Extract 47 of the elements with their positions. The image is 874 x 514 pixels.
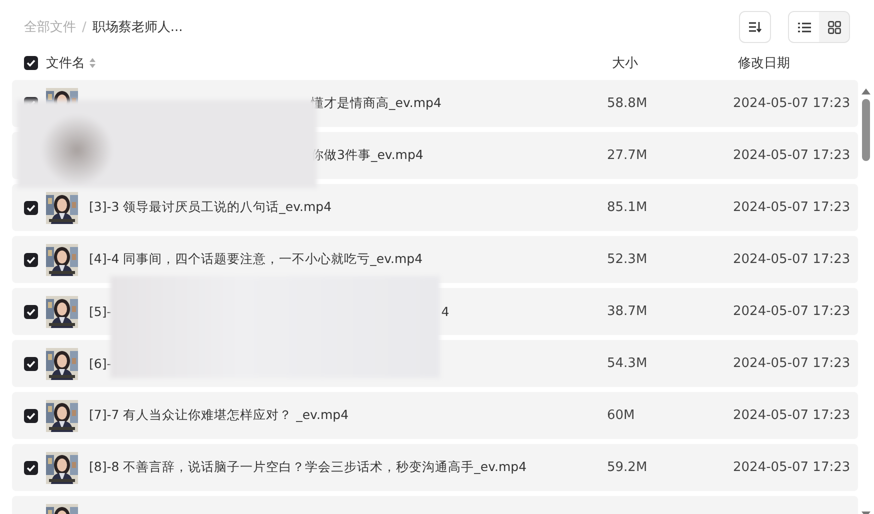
file-name[interactable]: [4]-4 同事间，四个话题要注意，一不小心就吃亏_ev.mp4: [89, 251, 423, 268]
file-size: 38.7M: [607, 304, 648, 319]
file-size: 58.8M: [607, 96, 648, 111]
file-name[interactable]: 4: [441, 304, 450, 319]
sort-icon: [748, 21, 762, 33]
list-icon: [798, 22, 810, 32]
file-row[interactable]: [8]-8 不善言辞，说话脑子一片空白？学会三步话术，秒变沟通高手_ev.mp4 59.2M 2024-05-07 17:23: [12, 444, 858, 491]
column-header[interactable]: 文件名: [46, 54, 85, 72]
breadcrumb-separator: /: [82, 20, 86, 34]
file-name[interactable]: [3]-3 领导最讨厌员工说的八句话_ev.mp4: [89, 199, 332, 216]
file-name[interactable]: [6]-: [89, 356, 112, 371]
row-checkbox[interactable]: [24, 460, 38, 474]
modified-date: 2024-05-07 17:23: [733, 460, 850, 475]
file-row[interactable]: [7]-7 有人当众让你难堪怎样应对？ _ev.mp4 60M 2024-05-07 17:23: [12, 392, 858, 439]
sort-button[interactable]: [739, 11, 771, 43]
row-checkbox[interactable]: [24, 252, 38, 266]
file-size: 85.1M: [607, 200, 648, 215]
scrollbar-thumb[interactable]: [862, 99, 870, 161]
scroll-up-icon[interactable]: [861, 88, 871, 95]
modified-date: 2024-05-07 17:23: [733, 148, 850, 163]
file-name[interactable]: [7]-7 有人当众让你难堪怎样应对？ _ev.mp4: [89, 407, 349, 424]
modified-date: 2024-05-07 17:23: [733, 408, 850, 423]
file-size: 54.3M: [607, 356, 648, 371]
column-header[interactable]: 大小: [612, 54, 738, 72]
breadcrumb-item: 职场蔡老师人...: [92, 19, 183, 36]
file-row[interactable]: [3]-3 领导最讨厌员工说的八句话_ev.mp4 85.1M 2024-05-07 17:23: [12, 184, 858, 231]
row-checkbox[interactable]: [24, 408, 38, 422]
file-size: 27.7M: [607, 148, 648, 163]
file-row[interactable]: [4]-4 同事间，四个话题要注意，一不小心就吃亏_ev.mp4 52.3M 2024-05-07 17:23: [12, 236, 858, 283]
row-checkbox[interactable]: [24, 304, 38, 318]
modified-date: 2024-05-07 17:23: [733, 356, 850, 371]
file-name[interactable]: [8]-8 不善言辞，说话脑子一片空白？学会三步话术，秒变沟通高手_ev.mp4: [89, 459, 527, 476]
modified-date: 2024-05-07 17:23: [733, 252, 850, 267]
file-size: 60M: [607, 408, 636, 423]
file-name[interactable]: [5]-: [89, 304, 112, 319]
file-size: 59.2M: [607, 460, 648, 475]
file-name[interactable]: 懂才是情商高_ev.mp4: [311, 95, 442, 112]
row-checkbox[interactable]: [24, 356, 38, 370]
modified-date: 2024-05-07 17:23: [733, 96, 850, 111]
grid-icon: [828, 20, 840, 34]
row-checkbox[interactable]: [24, 200, 38, 214]
file-size: 52.3M: [607, 252, 648, 267]
modified-date: 2024-05-07 17:23: [733, 304, 850, 319]
select-all-checkbox[interactable]: [24, 56, 38, 70]
list-view-button[interactable]: [789, 12, 819, 42]
column-header[interactable]: 修改日期: [738, 54, 790, 72]
modified-date: 2024-05-07 17:23: [733, 200, 850, 215]
